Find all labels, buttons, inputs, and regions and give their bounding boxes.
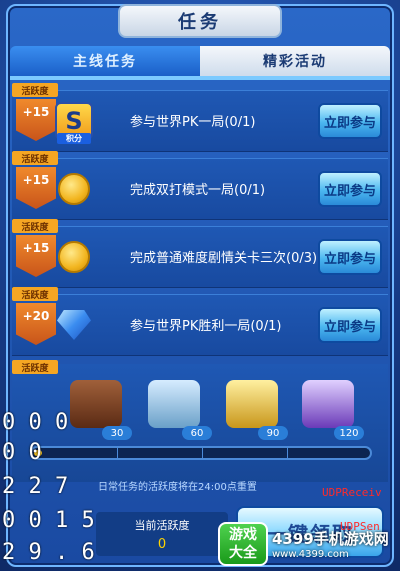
watermark-text: 4399手机游戏网 www.4399.com: [272, 528, 389, 560]
activity-points: +15: [16, 99, 56, 141]
task-row: 活跃度 +15 完成普通难度剧情关卡三次(0/3) 立即参与: [12, 219, 388, 288]
reward-icon: [52, 235, 96, 279]
progress-tick: [117, 448, 118, 458]
progress-tick: [202, 448, 203, 458]
task-row: 活跃度 +20 参与世界PK胜利一局(0/1) 立即参与: [12, 287, 388, 356]
progress-tick: [287, 448, 288, 458]
activity-ribbon: 活跃度: [12, 287, 58, 301]
task-description: 完成双打模式一局(0/1): [130, 182, 266, 198]
activity-progress-bar: [30, 446, 372, 460]
watermark-url: www.4399.com: [272, 549, 349, 560]
debug-overlay-text: 0 0: [2, 440, 42, 465]
debug-overlay-text: 0 0 1 5: [2, 508, 95, 533]
badge-sub-label: 积分: [57, 133, 91, 144]
task-description: 参与世界PK一局(0/1): [130, 114, 256, 130]
reset-note: 日常任务的活跃度将在24:00点重置: [98, 482, 257, 493]
reward-icon: [52, 167, 96, 211]
current-activity-value: 0: [157, 536, 167, 552]
task-description: 参与世界PK胜利一局(0/1): [130, 318, 282, 334]
tab-events[interactable]: 精彩活动: [200, 46, 390, 76]
activity-ribbon: 活跃度: [12, 83, 58, 97]
treasure-chest-icon[interactable]: [302, 380, 354, 428]
gold-coin-icon: [58, 241, 90, 273]
tab-underline: [10, 76, 390, 80]
reward-icon: S 积分: [52, 99, 96, 144]
current-activity-label: 当前活跃度: [134, 518, 190, 532]
debug-udp-text: UDPReceiv: [322, 486, 382, 499]
join-button[interactable]: 立即参与: [318, 103, 382, 139]
s-points-badge-icon: S 积分: [55, 102, 93, 144]
page-title: 任务: [118, 4, 282, 38]
game-hub-logo-icon: 游戏 大全: [218, 522, 268, 566]
chest-threshold: 90: [258, 426, 288, 440]
tab-bar: 主线任务 精彩活动: [10, 46, 390, 76]
debug-overlay-text: 0 0 0: [2, 410, 69, 435]
join-button[interactable]: 立即参与: [318, 171, 382, 207]
chest-threshold: 120: [334, 426, 364, 440]
logo-line: 游戏: [229, 527, 257, 543]
join-button[interactable]: 立即参与: [318, 239, 382, 275]
chest-threshold: 60: [182, 426, 212, 440]
watermark-site-name: 4399手机游戏网: [272, 530, 389, 548]
badge-letter: S: [65, 107, 83, 135]
task-row: 活跃度 +15 完成双打模式一局(0/1) 立即参与: [12, 151, 388, 220]
activity-ribbon: 活跃度: [12, 219, 58, 233]
task-row: 活跃度 +15 S 积分 参与世界PK一局(0/1) 立即参与: [12, 83, 388, 152]
treasure-chest-icon[interactable]: [70, 380, 122, 428]
blue-diamond-icon: [57, 310, 91, 340]
treasure-chest-icon[interactable]: [226, 380, 278, 428]
debug-overlay-text: 2 9 . 6: [2, 540, 95, 565]
current-activity-box: 当前活跃度 0: [96, 512, 228, 556]
join-button[interactable]: 立即参与: [318, 307, 382, 343]
activity-points: +15: [16, 167, 56, 209]
treasure-chest-icon[interactable]: [148, 380, 200, 428]
activity-ribbon: 活跃度: [12, 151, 58, 165]
logo-line: 大全: [229, 545, 257, 561]
reward-icon: [52, 303, 96, 347]
activity-ribbon: 活跃度: [12, 360, 58, 374]
tab-main-tasks[interactable]: 主线任务: [10, 46, 200, 76]
debug-overlay-text: 2 2 7: [2, 474, 69, 499]
chest-threshold: 30: [102, 426, 132, 440]
gold-coin-icon: [58, 173, 90, 205]
activity-points: +20: [16, 303, 56, 345]
activity-reward-area: 活跃度 30 60 90 120: [12, 360, 388, 482]
site-watermark: 游戏 大全 4399手机游戏网 www.4399.com: [218, 520, 398, 568]
task-description: 完成普通难度剧情关卡三次(0/3): [130, 250, 318, 266]
activity-points: +15: [16, 235, 56, 277]
